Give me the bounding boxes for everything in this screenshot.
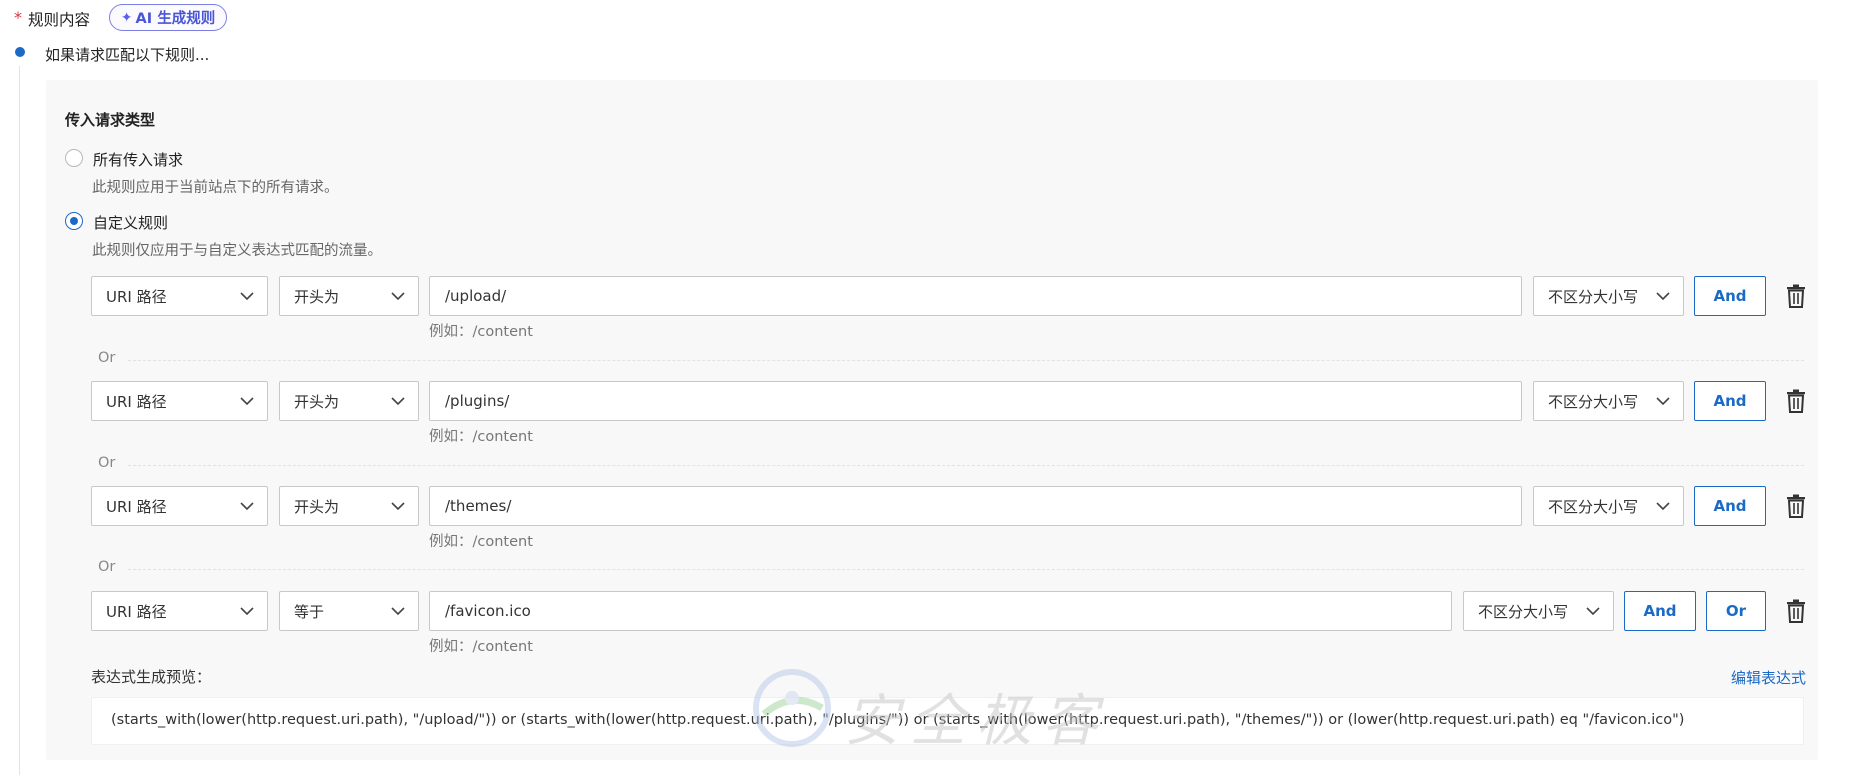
radio-custom-rule[interactable] bbox=[65, 212, 83, 230]
or-separator-label: Or bbox=[98, 455, 116, 471]
operator-select-value: 开头为 bbox=[294, 497, 340, 516]
chevron-down-icon bbox=[240, 292, 254, 301]
chevron-down-icon bbox=[1586, 607, 1600, 616]
section-label: 规则内容 bbox=[28, 11, 91, 29]
radio-all-requests[interactable] bbox=[65, 149, 83, 167]
value-input-text: /favicon.ico bbox=[445, 602, 531, 620]
trash-icon[interactable] bbox=[1785, 284, 1807, 308]
or-separator-label: Or bbox=[98, 350, 116, 366]
case-select[interactable]: 不区分大小写 bbox=[1533, 381, 1684, 421]
and-button[interactable]: And bbox=[1694, 486, 1766, 526]
chevron-down-icon bbox=[240, 397, 254, 406]
required-mark: * bbox=[14, 8, 22, 27]
ai-generate-rule-button[interactable]: ✦ AI 生成规则 bbox=[109, 4, 227, 31]
trash-icon[interactable] bbox=[1785, 494, 1807, 518]
value-input-text: /plugins/ bbox=[445, 392, 510, 410]
or-separator-line bbox=[128, 569, 1804, 570]
and-button[interactable]: And bbox=[1624, 591, 1696, 631]
operator-select[interactable]: 开头为 bbox=[279, 381, 419, 421]
field-select[interactable]: URI 路径 bbox=[91, 276, 268, 316]
operator-select-value: 开头为 bbox=[294, 392, 340, 411]
chevron-down-icon bbox=[1656, 502, 1670, 511]
value-input[interactable]: /themes/ bbox=[429, 486, 1522, 526]
value-hint: 例如：/content bbox=[429, 639, 533, 655]
timeline-line bbox=[19, 66, 20, 775]
timeline-dot bbox=[15, 47, 25, 57]
value-input[interactable]: /favicon.ico bbox=[429, 591, 1452, 631]
incoming-type-title: 传入请求类型 bbox=[65, 111, 156, 129]
chevron-down-icon bbox=[240, 502, 254, 511]
field-select-value: URI 路径 bbox=[106, 602, 167, 621]
case-select[interactable]: 不区分大小写 bbox=[1533, 486, 1684, 526]
chevron-down-icon bbox=[391, 397, 405, 406]
or-separator-label: Or bbox=[98, 559, 116, 575]
case-select[interactable]: 不区分大小写 bbox=[1533, 276, 1684, 316]
chevron-down-icon bbox=[240, 607, 254, 616]
radio-all-requests-desc: 此规则应用于当前站点下的所有请求。 bbox=[92, 180, 339, 196]
value-input-text: /themes/ bbox=[445, 497, 512, 515]
edit-expression-link[interactable]: 编辑表达式 bbox=[1731, 667, 1806, 688]
case-select-value: 不区分大小写 bbox=[1548, 392, 1639, 411]
value-hint: 例如：/content bbox=[429, 429, 533, 445]
chevron-down-icon bbox=[391, 292, 405, 301]
expression-preview-text: (starts_with(lower(http.request.uri.path… bbox=[111, 712, 1685, 728]
radio-custom-rule-label[interactable]: 自定义规则 bbox=[93, 212, 168, 233]
operator-select[interactable]: 开头为 bbox=[279, 486, 419, 526]
expression-preview-label: 表达式生成预览： bbox=[91, 668, 212, 686]
value-input[interactable]: /upload/ bbox=[429, 276, 1522, 316]
radio-all-requests-label[interactable]: 所有传入请求 bbox=[93, 149, 183, 170]
if-match-label: 如果请求匹配以下规则... bbox=[45, 46, 210, 64]
ai-generate-rule-label: AI 生成规则 bbox=[135, 11, 216, 27]
field-select-value: URI 路径 bbox=[106, 392, 167, 411]
value-input[interactable]: /plugins/ bbox=[429, 381, 1522, 421]
field-select[interactable]: URI 路径 bbox=[91, 591, 268, 631]
chevron-down-icon bbox=[1656, 397, 1670, 406]
value-input-text: /upload/ bbox=[445, 287, 507, 305]
value-hint: 例如：/content bbox=[429, 534, 533, 550]
case-select-value: 不区分大小写 bbox=[1478, 602, 1569, 621]
field-select-value: URI 路径 bbox=[106, 287, 167, 306]
chevron-down-icon bbox=[391, 607, 405, 616]
or-button[interactable]: Or bbox=[1706, 591, 1766, 631]
field-select[interactable]: URI 路径 bbox=[91, 381, 268, 421]
operator-select[interactable]: 开头为 bbox=[279, 276, 419, 316]
trash-icon[interactable] bbox=[1785, 389, 1807, 413]
chevron-down-icon bbox=[391, 502, 405, 511]
case-select[interactable]: 不区分大小写 bbox=[1463, 591, 1614, 631]
value-hint: 例如：/content bbox=[429, 324, 533, 340]
trash-icon[interactable] bbox=[1785, 599, 1807, 623]
operator-select-value: 开头为 bbox=[294, 287, 340, 306]
case-select-value: 不区分大小写 bbox=[1548, 287, 1639, 306]
or-separator-line bbox=[128, 465, 1804, 466]
sparkle-icon: ✦ bbox=[120, 9, 133, 26]
field-select-value: URI 路径 bbox=[106, 497, 167, 516]
or-separator-line bbox=[128, 360, 1804, 361]
operator-select[interactable]: 等于 bbox=[279, 591, 419, 631]
field-select[interactable]: URI 路径 bbox=[91, 486, 268, 526]
case-select-value: 不区分大小写 bbox=[1548, 497, 1639, 516]
operator-select-value: 等于 bbox=[294, 602, 325, 621]
and-button[interactable]: And bbox=[1694, 276, 1766, 316]
chevron-down-icon bbox=[1656, 292, 1670, 301]
and-button[interactable]: And bbox=[1694, 381, 1766, 421]
radio-custom-rule-desc: 此规则仅应用于与自定义表达式匹配的流量。 bbox=[92, 243, 382, 259]
